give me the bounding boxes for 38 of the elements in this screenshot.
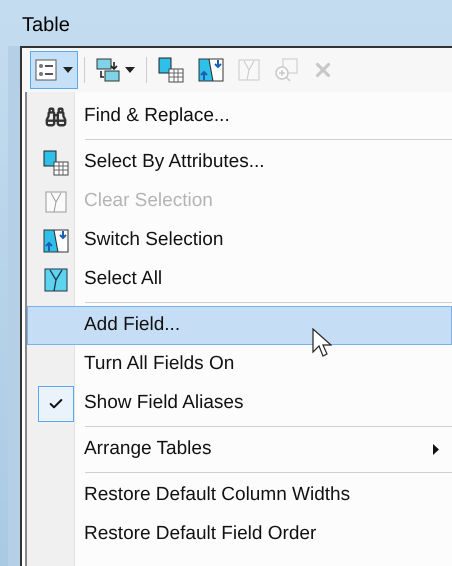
menu-item-label: Restore Default Column Widths xyxy=(84,483,350,508)
menu-item-label: Restore Default Field Order xyxy=(84,522,316,546)
select-table-icon xyxy=(158,57,184,83)
swap-selection-icon xyxy=(43,228,69,254)
map-select-icon xyxy=(44,268,68,292)
menu-item[interactable]: Restore Default Column Widths xyxy=(27,476,452,515)
menu-item[interactable]: Arrange Tables xyxy=(27,430,452,469)
zoom-map-icon xyxy=(274,58,298,82)
menu-item[interactable]: Select All xyxy=(27,260,452,299)
menu-item[interactable]: Add Field... xyxy=(27,306,452,345)
swap-selection-icon xyxy=(198,57,224,83)
empty-map-icon xyxy=(238,59,260,81)
menu-item[interactable]: Show Field Aliases xyxy=(27,384,452,423)
menu-item-label: Switch Selection xyxy=(84,228,224,252)
toolbar-button[interactable] xyxy=(30,51,78,89)
list-icon xyxy=(35,59,57,81)
menu-item-label: Select All xyxy=(84,267,162,292)
submenu-arrow-icon xyxy=(433,444,439,455)
caret-icon xyxy=(125,67,135,73)
menu-item-label: Clear Selection xyxy=(84,189,213,214)
menu-item[interactable]: Find & Replace... xyxy=(27,97,452,136)
menu-item-label: Select By Attributes... xyxy=(84,150,265,174)
linked-tables-icon xyxy=(96,58,122,82)
menu-item-label: Add Field... xyxy=(84,313,180,338)
select-table-icon xyxy=(43,150,69,176)
menu-item[interactable]: Restore Default Field Order xyxy=(27,515,452,554)
menu-item[interactable]: Select By Attributes... xyxy=(27,143,452,182)
menu-item-label: Find & Replace... xyxy=(84,104,230,128)
caret-icon xyxy=(63,67,73,73)
menu-item-label: Show Field Aliases xyxy=(84,391,244,416)
window-title: Table xyxy=(22,13,70,38)
menu-item[interactable]: Turn All Fields On xyxy=(27,345,452,384)
binoculars-icon xyxy=(45,106,67,128)
mouse-pointer-icon xyxy=(312,328,332,358)
menu-item[interactable]: Switch Selection xyxy=(27,221,452,260)
menu-item-label: Turn All Fields On xyxy=(84,352,234,376)
empty-map-icon xyxy=(45,190,67,212)
menu-item-label: Arrange Tables xyxy=(84,437,212,462)
